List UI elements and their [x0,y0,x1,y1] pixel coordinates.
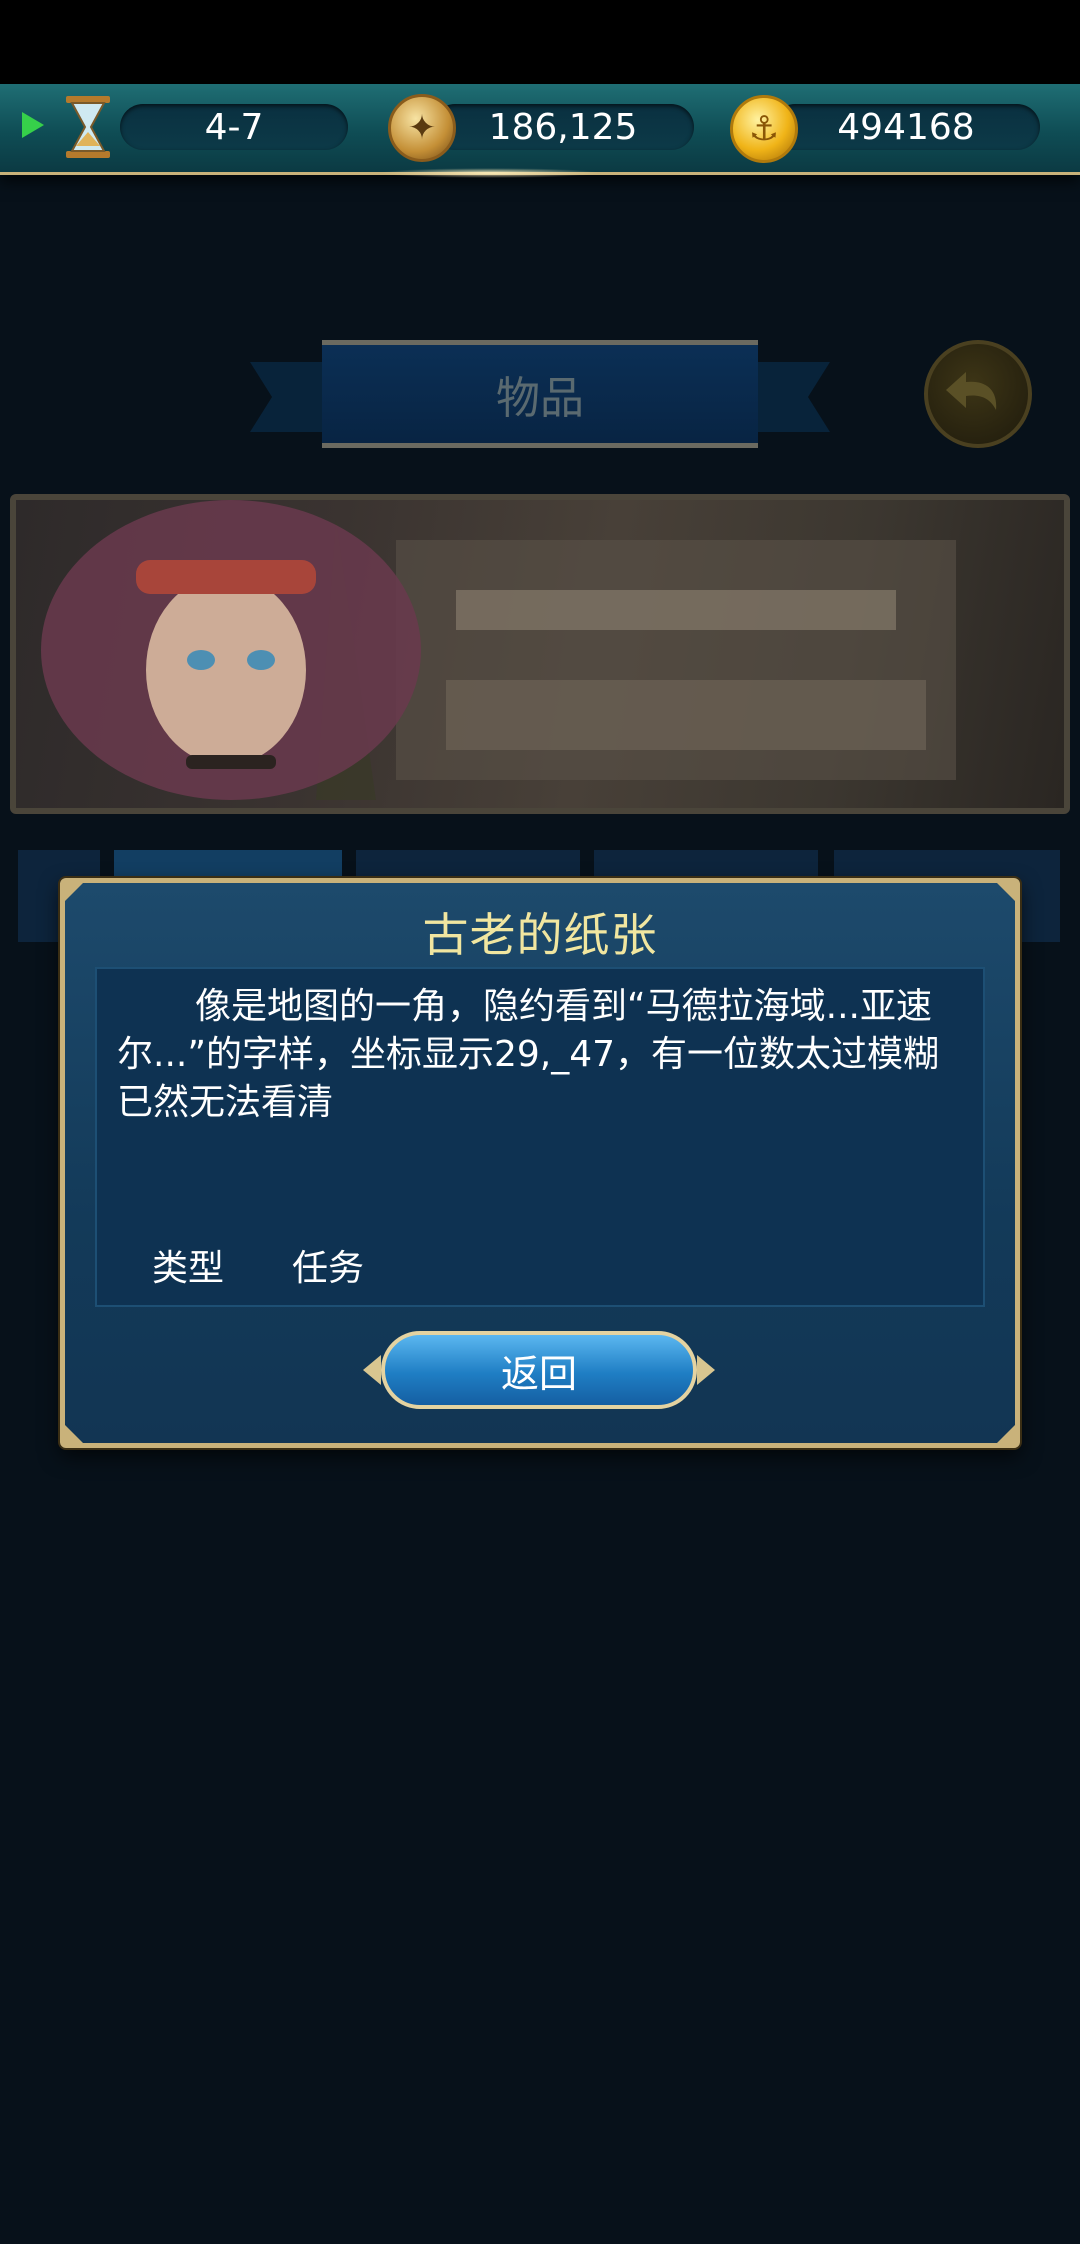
compass-value: 186,125 [488,106,638,148]
compass-icon: ✦ [388,94,456,162]
status-bar-area [0,0,1080,84]
compass-pill: 186,125 [432,104,694,150]
back-button[interactable] [924,340,1032,448]
play-icon[interactable] [22,112,44,138]
hero-banner-image [10,494,1070,814]
resource-bar-glow [380,168,600,178]
dialog-title: 古老的纸张 [422,908,658,962]
back-arrow-icon [946,372,997,410]
title-banner: 物品 [250,340,830,460]
item-detail-dialog: 古老的纸张 像是地图的一角，隐约看到“马德拉海域...亚速尔...”的字样，坐标… [60,878,1020,1448]
item-description-panel: 像是地图的一角，隐约看到“马德拉海域...亚速尔...”的字样，坐标显示29,_… [95,967,985,1307]
gold-pill: 494168 [772,104,1040,150]
progress-pill: 4-7 [120,104,348,150]
dialog-corner-ornament [995,1423,1017,1445]
item-type-label: 类型 [152,1248,225,1289]
page-title: 物品 [322,340,758,448]
button-ornament-left [363,1355,381,1385]
button-ornament-right [697,1355,715,1385]
dialog-corner-ornament [63,1423,85,1445]
return-button-label: 返回 [381,1331,697,1409]
item-type-value: 任务 [292,1248,365,1289]
return-button[interactable]: 返回 [363,1325,715,1415]
gold-value: 494168 [837,106,975,148]
progress-value: 4-7 [204,106,264,148]
item-description: 像是地图的一角，隐约看到“马德拉海域...亚速尔...”的字样，坐标显示29,_… [117,986,940,1123]
anchor-coin-icon: ⚓ [730,95,798,163]
hourglass-icon [66,96,110,158]
